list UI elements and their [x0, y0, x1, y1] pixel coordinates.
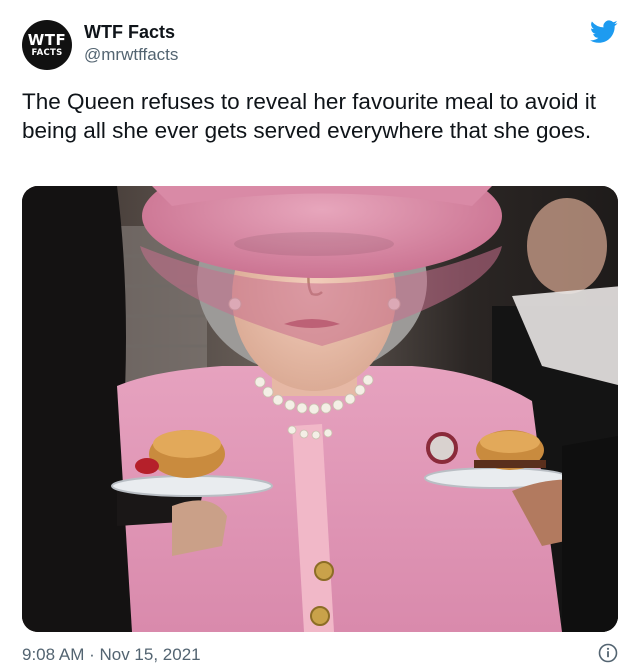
- avatar-text-line2: FACTS: [31, 47, 63, 58]
- tweet-text: The Queen refuses to reveal her favourit…: [22, 89, 597, 143]
- tweet-photo[interactable]: [22, 186, 618, 632]
- twitter-bird-icon[interactable]: [590, 20, 618, 44]
- photo-illustration: [22, 186, 618, 632]
- tweet-card: WTF FACTS WTF Facts @mrwtffacts The Quee…: [0, 0, 640, 670]
- avatar-text-line1: WTF: [27, 30, 67, 49]
- display-name[interactable]: WTF Facts: [84, 22, 175, 43]
- info-icon[interactable]: [598, 643, 618, 663]
- avatar[interactable]: WTF FACTS: [22, 20, 72, 70]
- user-handle[interactable]: @mrwtffacts: [84, 45, 178, 65]
- tweet-timestamp[interactable]: 9:08 AM · Nov 15, 2021: [22, 645, 201, 665]
